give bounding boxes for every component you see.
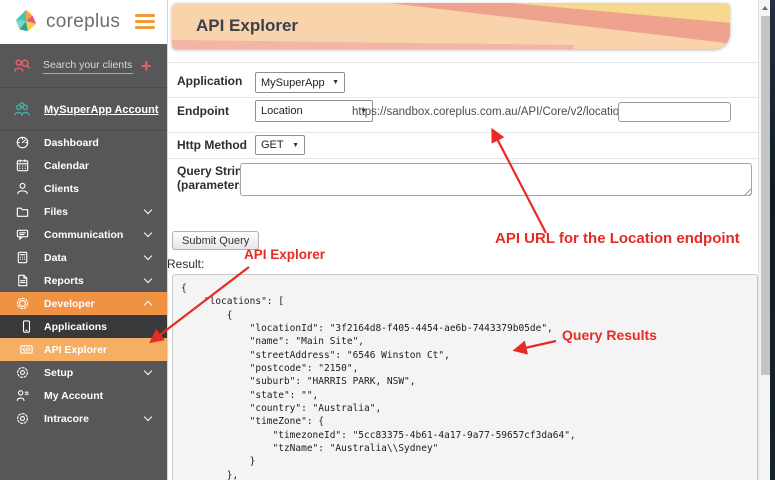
dropdown-arrow-icon: ▼ [332, 79, 339, 86]
sidebar-item-communication[interactable]: Communication [0, 223, 167, 246]
sidebar-item-label: Reports [44, 274, 84, 287]
coreplus-logo: coreplus [0, 0, 167, 44]
sidebar-item-dashboard[interactable]: Dashboard [0, 131, 167, 154]
sidebar-item-my-account[interactable]: My Account [0, 384, 167, 407]
sidebar-item-label: Files [44, 205, 68, 218]
application-select-value: MySuperApp [261, 76, 325, 89]
account-row[interactable]: MySuperApp Account [0, 89, 167, 131]
document-icon [18, 274, 28, 287]
dropdown-arrow-icon: ▼ [292, 141, 299, 149]
sidebar-item-api-explorer[interactable]: API Explorer [0, 338, 167, 361]
annotation-query-results: Query Results [562, 327, 657, 343]
sidebar-item-data[interactable]: Data [0, 246, 167, 269]
account-group-icon [14, 102, 30, 116]
result-box[interactable]: { "locations": [ { "locationId": "3f2164… [172, 274, 758, 480]
sidebar-item-files[interactable]: Files [0, 200, 167, 223]
app-window: coreplus + MySuperApp Account Dashboard [0, 0, 775, 480]
add-client-button[interactable]: + [141, 57, 152, 75]
calendar-icon [16, 159, 29, 172]
page-banner: API Explorer [172, 3, 730, 49]
sidebar-item-label: Calendar [44, 159, 89, 172]
row-divider [168, 132, 758, 133]
logo-pinwheel-icon [15, 9, 37, 32]
scrollbar-thumb[interactable] [760, 16, 770, 375]
smartphone-icon [22, 320, 31, 333]
sidebar-item-label: Dashboard [44, 136, 99, 149]
sidebar-item-label: Clients [44, 182, 80, 195]
sidebar-item-label: Developer [44, 297, 95, 310]
search-input[interactable] [43, 57, 133, 74]
folder-icon [16, 207, 29, 217]
chevron-down-icon [143, 366, 153, 376]
http-method-select[interactable]: GET ▼ [255, 135, 305, 155]
http-method-label: Http Method [177, 138, 247, 152]
chevron-up-icon [143, 300, 153, 310]
page-title: API Explorer [196, 16, 299, 35]
annotation-api-explorer: API Explorer [244, 247, 326, 262]
sidebar-item-clients[interactable]: Clients [0, 177, 167, 200]
sidebar-item-label: Applications [44, 320, 108, 333]
scroll-up-arrow-icon [762, 5, 768, 10]
chevron-down-icon [143, 412, 153, 422]
row-divider [168, 97, 758, 98]
sidebar-divider [167, 0, 168, 480]
chat-bubble-icon [16, 229, 29, 240]
developer-icon [16, 297, 29, 310]
code-icon [20, 345, 33, 354]
logo-wordmark: coreplus [46, 11, 121, 32]
sidebar-item-setup[interactable]: Setup [0, 361, 167, 384]
endpoint-param-input[interactable] [618, 102, 731, 122]
person-card-icon [16, 390, 29, 402]
hamburger-menu-icon[interactable] [135, 14, 155, 32]
query-string-label: Query String [177, 164, 250, 178]
page-scrollbar[interactable] [758, 0, 770, 480]
sidebar-item-label: Data [44, 251, 67, 264]
data-icon [17, 251, 28, 264]
row-divider [168, 62, 758, 63]
chevron-down-icon [143, 251, 153, 261]
chevron-down-icon [143, 228, 153, 238]
sidebar-item-label: My Account [44, 389, 104, 402]
application-select[interactable]: MySuperApp ▼ [255, 72, 345, 93]
dashboard-icon [16, 136, 29, 149]
application-label: Application [177, 74, 243, 88]
result-json: { "locations": [ { "locationId": "3f2164… [181, 283, 576, 480]
row-divider [168, 158, 758, 159]
chevron-down-icon [143, 205, 153, 215]
http-method-select-value: GET [261, 139, 284, 151]
query-string-textarea[interactable] [240, 163, 752, 196]
sidebar-item-label: Intracore [44, 412, 89, 425]
account-label: MySuperApp Account [44, 103, 159, 116]
gear-icon [17, 367, 28, 378]
person-icon [17, 182, 28, 195]
sidebar-item-developer[interactable]: Developer [0, 292, 167, 315]
client-search-row: + [0, 44, 167, 88]
desktop-edge-strip [770, 0, 775, 480]
result-label: Result: [167, 257, 205, 271]
sidebar-item-label: Setup [44, 366, 74, 379]
sidebar-item-intracore[interactable]: Intracore [0, 407, 167, 430]
annotation-api-url: API URL for the Location endpoint [495, 230, 740, 247]
endpoint-label: Endpoint [177, 104, 229, 118]
sidebar-item-label: API Explorer [44, 343, 108, 356]
sidebar-item-label: Communication [44, 228, 124, 241]
endpoint-select-value: Location [261, 105, 303, 117]
banner-stripe [172, 40, 574, 49]
sidebar-item-reports[interactable]: Reports [0, 269, 167, 292]
sidebar: coreplus + MySuperApp Account Dashboard [0, 0, 167, 480]
sidebar-item-calendar[interactable]: Calendar [0, 154, 167, 177]
gear-icon [17, 413, 28, 424]
sidebar-item-applications[interactable]: Applications [0, 315, 167, 338]
endpoint-url: https://sandbox.coreplus.com.au/API/Core… [352, 106, 629, 118]
chevron-down-icon [143, 274, 153, 284]
client-search-icon [14, 58, 31, 72]
